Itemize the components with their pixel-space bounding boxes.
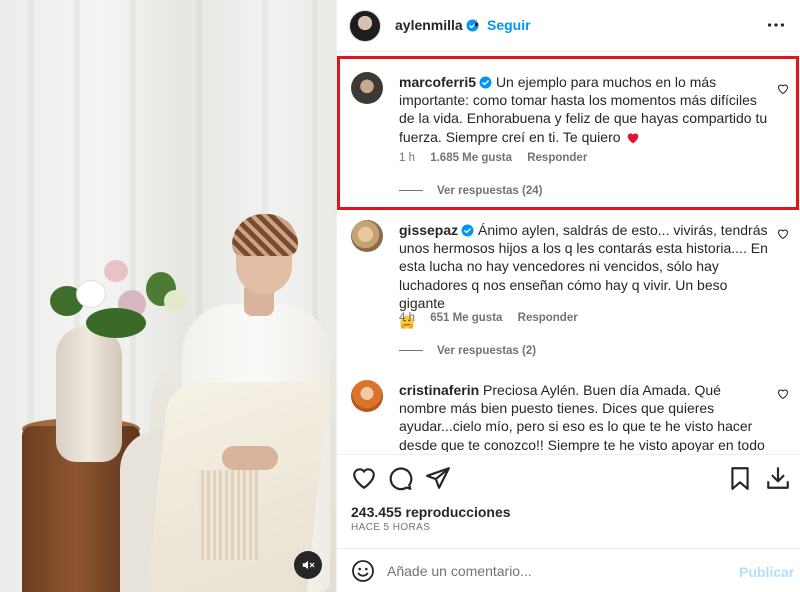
like-comment-heart-icon[interactable]: [777, 388, 789, 400]
flower-bouquet: [46, 250, 192, 342]
commenter-avatar[interactable]: [351, 380, 383, 412]
replies-line: [399, 350, 423, 352]
torso-vase: [56, 326, 122, 462]
heart-icon[interactable]: [351, 465, 377, 491]
commenter-avatar[interactable]: [351, 220, 383, 252]
follow-button[interactable]: Seguir: [487, 17, 531, 33]
views-count[interactable]: 243.455 reproducciones: [351, 504, 511, 520]
reply-button[interactable]: Responder: [518, 312, 578, 324]
view-replies-button[interactable]: Ver respuestas (2): [399, 345, 536, 357]
view-replies-text[interactable]: Ver respuestas (2): [437, 345, 536, 357]
comment-item: cristinaferin Preciosa Aylén. Buen día A…: [337, 380, 800, 452]
comment-username[interactable]: gissepaz: [399, 222, 458, 238]
mute-icon: [302, 560, 315, 570]
comment-icon[interactable]: [387, 465, 413, 491]
shawl-fringe: [198, 470, 258, 560]
author-username[interactable]: aylenmilla: [395, 17, 479, 33]
bookmark-icon[interactable]: [727, 465, 753, 491]
comment-input[interactable]: [387, 557, 727, 585]
headscarf: [232, 214, 298, 256]
post-header: aylenmilla • Seguir: [337, 0, 800, 52]
comment-likes[interactable]: 651 Me gusta: [430, 312, 502, 324]
post-details-panel: aylenmilla • Seguir marcoferri5 Un ejemp…: [336, 0, 800, 592]
comment-username[interactable]: cristinaferin: [399, 382, 479, 398]
post-video[interactable]: [0, 0, 336, 592]
author-username-text[interactable]: aylenmilla: [395, 17, 463, 33]
comment-body: cristinaferin Preciosa Aylén. Buen día A…: [399, 381, 769, 452]
mute-button[interactable]: [294, 551, 322, 579]
person-hands: [222, 446, 278, 470]
post-actions: [337, 454, 800, 500]
share-icon[interactable]: [425, 465, 451, 491]
post-timestamp[interactable]: Hace 5 horas: [351, 522, 430, 533]
highlight-box: [337, 56, 799, 210]
verified-icon: [461, 224, 474, 237]
emoji-icon[interactable]: [351, 559, 375, 583]
comment-meta: 4 h 651 Me gusta Responder: [399, 312, 590, 324]
download-icon[interactable]: [765, 465, 791, 491]
publish-button[interactable]: Publicar: [739, 564, 794, 580]
comment-composer: Publicar: [337, 548, 800, 592]
comment-time[interactable]: 4 h: [399, 312, 415, 324]
like-comment-heart-icon[interactable]: [777, 228, 789, 240]
more-options-icon[interactable]: [765, 14, 787, 36]
author-avatar[interactable]: [349, 10, 381, 42]
separator-dot: •: [474, 16, 479, 32]
